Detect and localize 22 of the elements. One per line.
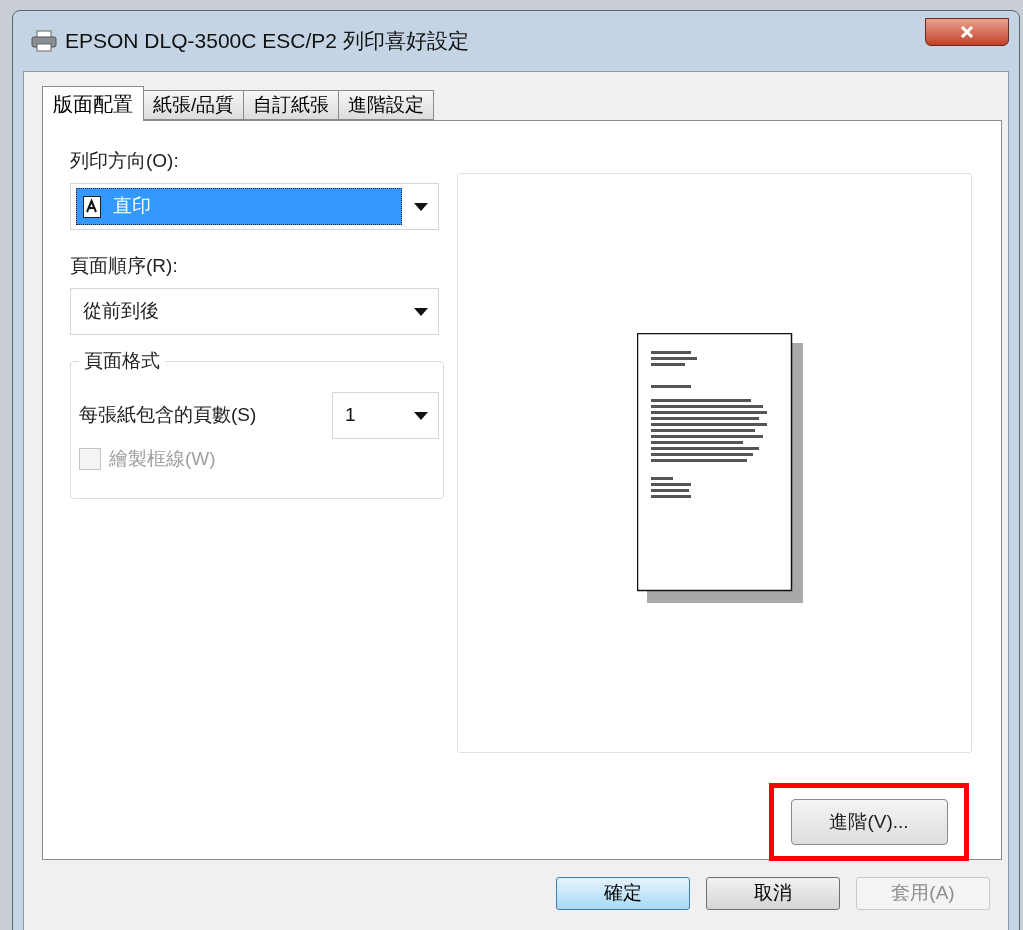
dialog-button[interactable]: 取消 [706, 877, 840, 910]
portrait-page-icon [83, 195, 103, 218]
dialog-button[interactable]: 確定 [556, 877, 690, 910]
field-label: 每張紙包含的頁數(S) [79, 403, 257, 428]
close-button[interactable] [925, 18, 1009, 46]
advanced-button[interactable]: 進階(V)... [790, 799, 948, 845]
pages-per-sheet-dropdown[interactable]: 1 [332, 392, 439, 439]
dropdown-value: 直印 [113, 194, 151, 219]
tab[interactable]: 自訂紙張 [243, 90, 340, 120]
dropdown-arrow-icon [414, 411, 428, 420]
dropdown-arrow-icon [414, 202, 428, 211]
checkbox-label: 繪製框線(W) [109, 447, 216, 471]
close-icon [960, 26, 974, 38]
dropdown-arrow-icon [414, 307, 428, 316]
printer-icon [31, 30, 57, 52]
field-label: 頁面順序(R): [70, 254, 179, 278]
field-label: 列印方向(O): [70, 149, 180, 173]
tab[interactable]: 進階設定 [338, 90, 435, 120]
tab[interactable]: 版面配置 [42, 86, 144, 121]
window-title: EPSON DLQ-3500C ESC/P2 列印喜好設定 [65, 28, 469, 55]
page-order-dropdown[interactable]: 從前到後 [70, 288, 439, 335]
tab[interactable]: 紙張/品質 [143, 90, 245, 120]
